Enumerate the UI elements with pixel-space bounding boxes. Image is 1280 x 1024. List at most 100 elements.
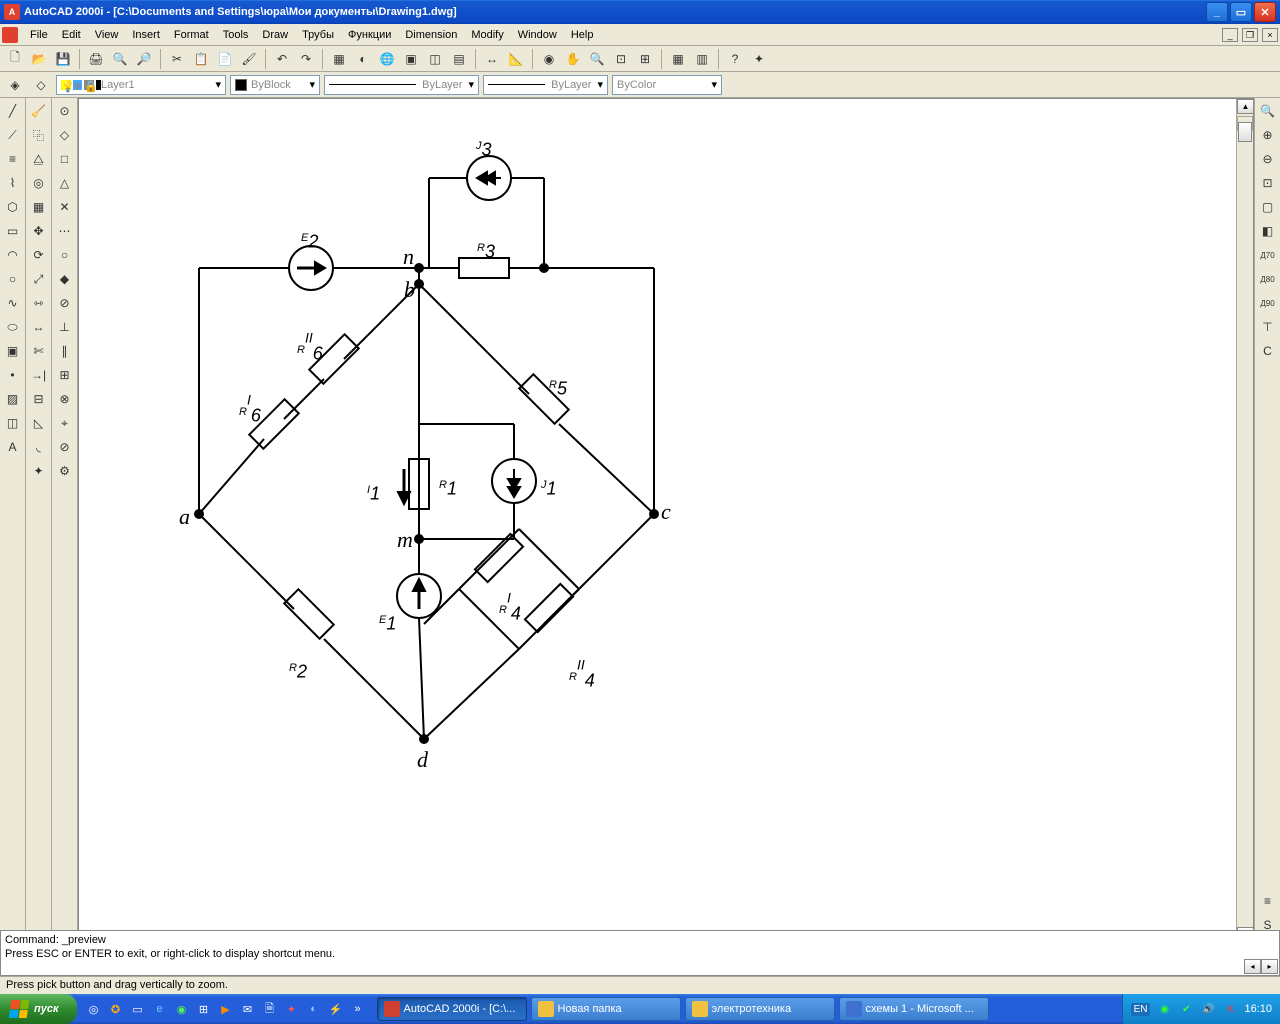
region-tool[interactable]: ◫ bbox=[2, 412, 24, 434]
osnap-mid[interactable]: △ bbox=[54, 172, 76, 194]
menu-file[interactable]: File bbox=[24, 27, 54, 43]
osnap-nod[interactable]: ⊗ bbox=[54, 388, 76, 410]
paste-button[interactable]: 📄 bbox=[214, 48, 236, 70]
osnap-cen[interactable]: ○ bbox=[54, 244, 76, 266]
cmd-scroll-left[interactable]: ◂ bbox=[1244, 959, 1261, 974]
xline-tool[interactable]: ⟋ bbox=[2, 124, 24, 146]
find-button[interactable]: 🔎 bbox=[133, 48, 155, 70]
layer-combo[interactable]: 💡❄🔒 Layer1▾ bbox=[56, 75, 226, 95]
undo-button[interactable]: ↶ bbox=[271, 48, 293, 70]
osnap-qua[interactable]: ◆ bbox=[54, 268, 76, 290]
offset-tool[interactable]: ◎ bbox=[28, 172, 50, 194]
menu-insert[interactable]: Insert bbox=[126, 27, 166, 43]
ucs-button[interactable]: ◫ bbox=[424, 48, 446, 70]
extend-tool[interactable]: →| bbox=[28, 364, 50, 386]
zoom-dyn-icon[interactable]: ◧ bbox=[1257, 220, 1279, 242]
tray-icon-3[interactable]: 🔊 bbox=[1200, 1001, 1216, 1017]
ql-icon-3[interactable]: ▭ bbox=[129, 1000, 147, 1018]
osnap-tan[interactable]: ⊘ bbox=[54, 292, 76, 314]
ql-icon-11[interactable]: ◐ bbox=[305, 1000, 323, 1018]
task-folder2[interactable]: электротехника bbox=[685, 997, 835, 1021]
menu-view[interactable]: View bbox=[89, 27, 125, 43]
close-button[interactable]: ✕ bbox=[1254, 2, 1276, 22]
osnap-ins[interactable]: ⊞ bbox=[54, 364, 76, 386]
help-button[interactable]: ? bbox=[724, 48, 746, 70]
copy-button[interactable]: 📋 bbox=[190, 48, 212, 70]
adc-button[interactable]: ▥ bbox=[691, 48, 713, 70]
linetype-combo[interactable]: ByLayer▾ bbox=[324, 75, 479, 95]
ql-icon-7[interactable]: ▶ bbox=[217, 1000, 235, 1018]
osnap-nea[interactable]: ⌖ bbox=[54, 412, 76, 434]
ql-icon-6[interactable]: ⊞ bbox=[195, 1000, 213, 1018]
layer-prev-button[interactable]: ◈ bbox=[4, 74, 26, 96]
vscroll-thumb[interactable] bbox=[1238, 122, 1252, 142]
ql-icon-2[interactable]: ✪ bbox=[107, 1000, 125, 1018]
split-icon[interactable]: ≡ bbox=[1257, 890, 1279, 912]
ql-expand[interactable]: » bbox=[349, 1000, 367, 1018]
minimize-button[interactable]: _ bbox=[1206, 2, 1228, 22]
hyperlink-button[interactable]: 🌐 bbox=[376, 48, 398, 70]
maximize-button[interactable]: ▭ bbox=[1230, 2, 1252, 22]
spline-tool[interactable]: ∿ bbox=[2, 292, 24, 314]
ql-icon-5[interactable]: ◉ bbox=[173, 1000, 191, 1018]
osnap-temp[interactable]: ⊙ bbox=[54, 100, 76, 122]
lineweight-combo[interactable]: ByLayer▾ bbox=[483, 75, 608, 95]
task-autocad[interactable]: AutoCAD 2000i - [C:\... bbox=[377, 997, 527, 1021]
ql-icon-4[interactable]: e bbox=[151, 1000, 169, 1018]
redo-button[interactable]: ↷ bbox=[295, 48, 317, 70]
line-tool[interactable]: ╱ bbox=[2, 100, 24, 122]
redraw-button[interactable]: ◉ bbox=[538, 48, 560, 70]
d90-icon[interactable]: Д90 bbox=[1257, 292, 1279, 314]
print-button[interactable]: 🖨 bbox=[85, 48, 107, 70]
zoom-ext-icon[interactable]: ⊡ bbox=[1257, 172, 1279, 194]
ellipse-tool[interactable]: ⬭ bbox=[2, 316, 24, 338]
layer-mgr-button[interactable]: ◇ bbox=[30, 74, 52, 96]
menu-window[interactable]: Window bbox=[512, 27, 563, 43]
osnap-from[interactable]: ◇ bbox=[54, 124, 76, 146]
props-button[interactable]: ▦ bbox=[667, 48, 689, 70]
lang-indicator[interactable]: EN bbox=[1131, 1003, 1151, 1016]
doc-close-button[interactable]: × bbox=[1262, 28, 1278, 42]
polygon-tool[interactable]: ⬡ bbox=[2, 196, 24, 218]
zoom-prev-button[interactable]: ⊞ bbox=[634, 48, 656, 70]
menu-modify[interactable]: Modify bbox=[465, 27, 509, 43]
zoom-out-icon[interactable]: ⊖ bbox=[1257, 148, 1279, 170]
start-button[interactable]: пуск bbox=[0, 994, 77, 1024]
doc-minimize-button[interactable]: _ bbox=[1222, 28, 1238, 42]
save-button[interactable]: 💾 bbox=[52, 48, 74, 70]
browser-button[interactable]: ◐ bbox=[352, 48, 374, 70]
scroll-up-button[interactable]: ▲ bbox=[1237, 99, 1254, 114]
mirror-tool[interactable]: ⧋ bbox=[28, 148, 50, 170]
menu-tools[interactable]: Tools bbox=[217, 27, 255, 43]
task-word[interactable]: схемы 1 - Microsoft ... bbox=[839, 997, 989, 1021]
assist-button[interactable]: ✦ bbox=[748, 48, 770, 70]
zoom-icon[interactable]: 🔍 bbox=[1257, 100, 1279, 122]
hatch-tool[interactable]: ▨ bbox=[2, 388, 24, 410]
dist-button[interactable]: ↔ bbox=[481, 48, 503, 70]
circle-tool[interactable]: ○ bbox=[2, 268, 24, 290]
doc-restore-button[interactable]: ❐ bbox=[1242, 28, 1258, 42]
block-tool[interactable]: ▣ bbox=[2, 340, 24, 362]
ql-icon-12[interactable]: ⚡ bbox=[327, 1000, 345, 1018]
menu-format[interactable]: Format bbox=[168, 27, 215, 43]
zoom-all-icon[interactable]: ▢ bbox=[1257, 196, 1279, 218]
trim-tool[interactable]: ✄ bbox=[28, 340, 50, 362]
rotate-tool[interactable]: ⟳ bbox=[28, 244, 50, 266]
drawing-canvas[interactable]: J3 E2 R3 RII6 RI6 R5 I1 R1 J1 E1 R2 RI4 … bbox=[79, 99, 1236, 942]
move-tool[interactable]: ✥ bbox=[28, 220, 50, 242]
explode-tool[interactable]: ✦ bbox=[28, 460, 50, 482]
dbconnect-button[interactable]: ▤ bbox=[448, 48, 470, 70]
mline-tool[interactable]: ≡ bbox=[2, 148, 24, 170]
vertical-scrollbar[interactable]: ▲ ▼ bbox=[1236, 99, 1253, 942]
lengthen-tool[interactable]: ↔ bbox=[28, 316, 50, 338]
preview-button[interactable]: 🔍 bbox=[109, 48, 131, 70]
zoom-rt-button[interactable]: 🔍 bbox=[586, 48, 608, 70]
array-tool[interactable]: ▦ bbox=[28, 196, 50, 218]
ql-icon-1[interactable]: ◎ bbox=[85, 1000, 103, 1018]
task-folder1[interactable]: Новая папка bbox=[531, 997, 681, 1021]
menu-draw[interactable]: Draw bbox=[256, 27, 294, 43]
scale-tool[interactable]: ⤢ bbox=[28, 268, 50, 290]
new-button[interactable]: 🗋 bbox=[4, 48, 26, 70]
view-t-icon[interactable]: ⊤ bbox=[1257, 316, 1279, 338]
tray-icon-1[interactable]: ◉ bbox=[1156, 1001, 1172, 1017]
